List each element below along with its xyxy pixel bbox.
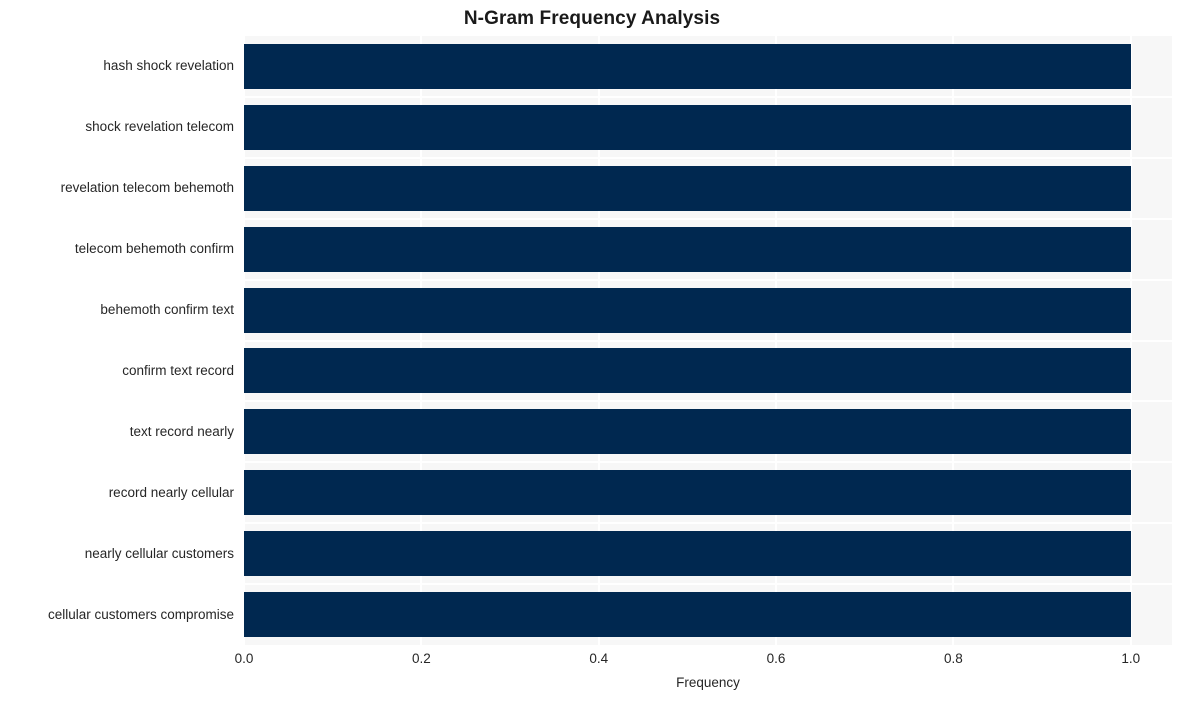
y-axis-tick-label: record nearly cellular — [108, 484, 234, 500]
y-axis-tick-label: shock revelation telecom — [85, 119, 234, 135]
horizontal-gridline — [244, 218, 1172, 220]
bar — [244, 470, 1131, 516]
bar — [244, 43, 1131, 89]
x-axis-tick-label: 0.4 — [589, 651, 609, 666]
x-axis-tick-label: 1.0 — [1121, 651, 1141, 666]
bar — [244, 226, 1131, 272]
bar — [244, 104, 1131, 150]
x-axis-tick-labels: 0.0 0.2 0.4 0.6 0.8 1.0 — [0, 650, 1184, 670]
horizontal-gridline — [244, 583, 1172, 585]
y-axis-tick-label: revelation telecom behemoth — [60, 180, 234, 196]
plot-area — [244, 36, 1172, 645]
x-axis-title: Frequency — [676, 675, 740, 690]
x-axis-tick-label: 0.2 — [411, 651, 431, 666]
horizontal-gridline — [244, 340, 1172, 342]
x-axis-tick-label: 0.6 — [766, 651, 786, 666]
y-axis-tick-label: hash shock revelation — [103, 58, 234, 74]
y-axis-tick-label: confirm text record — [122, 362, 234, 378]
chart-title: N-Gram Frequency Analysis — [463, 8, 721, 29]
horizontal-gridline — [244, 157, 1172, 159]
x-axis-tick-label: 0.0 — [234, 651, 254, 666]
y-axis-tick-label: nearly cellular customers — [84, 545, 234, 561]
y-axis-tick-labels: hash shock revelation shock revelation te… — [0, 36, 234, 645]
y-axis-tick-label: cellular customers compromise — [47, 606, 234, 622]
bar — [244, 287, 1131, 333]
horizontal-gridline — [244, 400, 1172, 402]
bar — [244, 165, 1131, 211]
x-axis-tick-label: 0.8 — [944, 651, 963, 666]
bar — [244, 592, 1131, 638]
bar — [244, 348, 1131, 394]
y-axis-tick-label: telecom behemoth confirm — [74, 241, 234, 257]
horizontal-gridline — [244, 279, 1172, 281]
bar — [244, 409, 1131, 455]
horizontal-gridline — [244, 522, 1172, 524]
horizontal-gridline — [244, 96, 1172, 98]
y-axis-tick-label: behemoth confirm text — [100, 302, 234, 318]
chart-figure: N-Gram Frequency Analysis hash shock rev… — [0, 0, 1184, 701]
horizontal-gridline — [244, 461, 1172, 463]
y-axis-tick-label: text record nearly — [129, 423, 234, 439]
bar — [244, 531, 1131, 577]
